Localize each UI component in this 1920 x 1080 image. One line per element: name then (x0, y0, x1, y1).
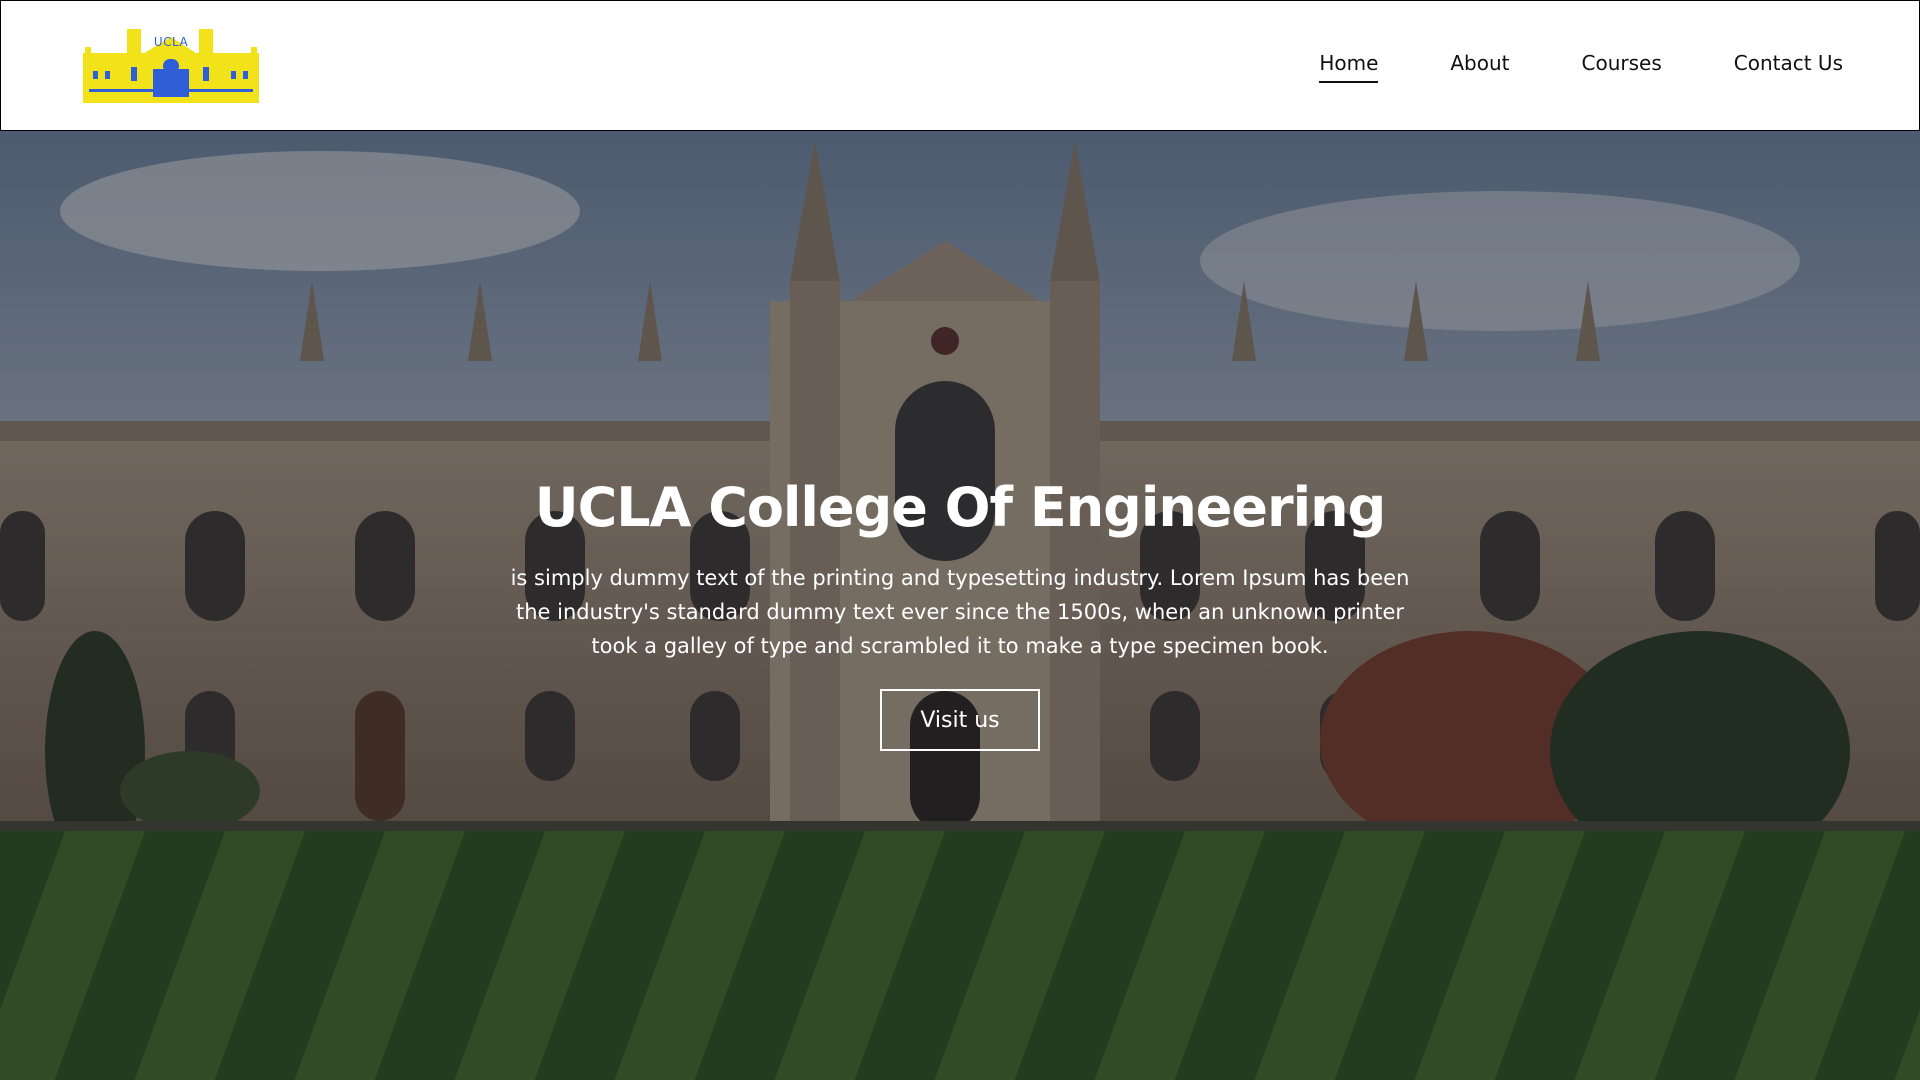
navbar: UCLA Home About Courses Contact Us (0, 0, 1920, 131)
nav-home-link[interactable]: Home (1319, 51, 1379, 83)
hero-title: UCLA College Of Engineering (534, 476, 1387, 539)
visit-us-button[interactable]: Visit us (880, 688, 1040, 751)
hero-section: UCLA College Of Engineering is simply du… (0, 131, 1920, 1080)
nav-about-link[interactable]: About (1450, 51, 1509, 81)
site-logo[interactable]: UCLA (83, 28, 259, 103)
nav-courses-link[interactable]: Courses (1582, 51, 1662, 81)
logo-text: UCLA (153, 34, 189, 49)
nav-contact-link[interactable]: Contact Us (1734, 51, 1843, 81)
hero-content: UCLA College Of Engineering is simply du… (0, 476, 1920, 751)
hero-description: is simply dummy text of the printing and… (510, 565, 1410, 658)
main-nav: Home About Courses Contact Us (1319, 51, 1843, 83)
